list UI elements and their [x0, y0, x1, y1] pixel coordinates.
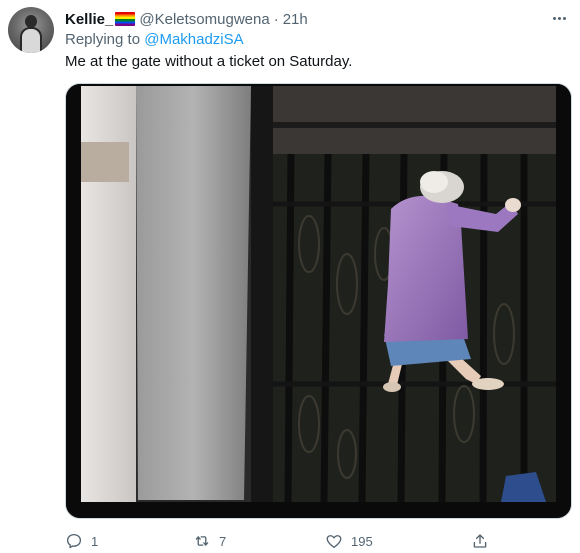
reply-icon: [66, 533, 82, 549]
replying-prefix: Replying to: [65, 31, 141, 48]
tweet-header: Kellie_ @Keletsomugwena · 21h: [65, 9, 308, 29]
reply-count: 1: [91, 533, 99, 549]
like-count: 195: [351, 533, 373, 549]
photo-image: [66, 84, 571, 518]
share-icon: [473, 534, 487, 548]
tweet: Kellie_ @Keletsomugwena · 21h Replying t…: [0, 0, 580, 553]
reply-button[interactable]: 1: [65, 530, 98, 552]
avatar-body-shape: [20, 27, 42, 53]
tweet-text: Me at the gate without a ticket on Satur…: [65, 53, 353, 70]
user-handle[interactable]: @Keletsomugwena: [139, 11, 269, 28]
replying-to-link[interactable]: @MakhadziSA: [144, 31, 243, 48]
tweet-actions: 1 7 195: [65, 530, 495, 552]
like-button[interactable]: 195: [325, 530, 373, 552]
retweet-button[interactable]: 7: [193, 530, 226, 552]
retweet-icon: [195, 536, 209, 546]
replying-to-line: Replying to @MakhadziSA: [65, 31, 244, 48]
separator-dot: ·: [273, 10, 279, 28]
tweet-timestamp[interactable]: 21h: [283, 11, 308, 28]
display-name[interactable]: Kellie_: [65, 11, 113, 28]
share-button[interactable]: [471, 530, 489, 552]
tweet-media-photo[interactable]: [65, 83, 572, 519]
retweet-count: 7: [219, 533, 227, 549]
rainbow-flag-icon: [115, 12, 136, 26]
more-options-icon[interactable]: [548, 8, 570, 28]
heart-icon: [326, 535, 342, 549]
avatar[interactable]: [8, 7, 54, 53]
